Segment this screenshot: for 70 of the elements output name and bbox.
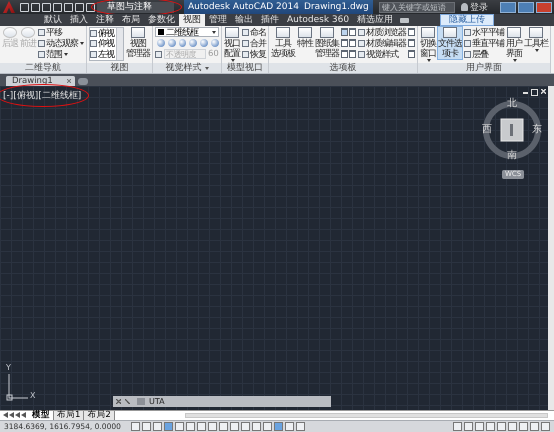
ribbon-tab[interactable]: 参数化 bbox=[144, 14, 179, 26]
viewport-label[interactable]: [-][俯视][二维线框] bbox=[3, 91, 82, 101]
ribbon-button[interactable]: 命名 bbox=[242, 27, 266, 38]
panel-title[interactable]: 视图 bbox=[87, 63, 152, 73]
ribbon-button[interactable]: 视觉样式 bbox=[358, 49, 406, 60]
compass-label[interactable]: 东 bbox=[532, 125, 542, 135]
ribbon-tab[interactable]: 默认 bbox=[40, 14, 66, 26]
ribbon-button[interactable]: 平移 bbox=[38, 27, 84, 38]
opacity-field[interactable]: 不透明度 bbox=[164, 49, 206, 59]
ribbon-tab[interactable]: 布局 bbox=[118, 14, 144, 26]
list-item[interactable]: 左视 bbox=[90, 49, 116, 60]
panel-title[interactable]: 二维导航 bbox=[0, 63, 86, 73]
ribbon-tab[interactable]: Autodesk 360 bbox=[283, 14, 354, 26]
view-list[interactable]: 俯视 仰视 左视 bbox=[89, 27, 124, 60]
ribbon-button[interactable]: 材质编辑器 bbox=[358, 38, 406, 49]
ribbon-button[interactable]: 图纸集 管理器 bbox=[315, 27, 339, 59]
scrollbar[interactable] bbox=[548, 86, 554, 410]
ribbon-tab[interactable]: 插入 bbox=[66, 14, 92, 26]
view-cube[interactable] bbox=[500, 118, 524, 142]
list-item[interactable]: 仰视 bbox=[90, 38, 116, 49]
visual-style-dropdown[interactable]: 二维线框 bbox=[155, 27, 219, 37]
ribbon-button[interactable]: 材质浏览器 bbox=[358, 27, 406, 38]
document-tab[interactable]: Drawing1 bbox=[6, 76, 75, 86]
ribbon-button[interactable]: 恢复 bbox=[242, 49, 266, 60]
compass-label[interactable]: 南 bbox=[507, 151, 517, 161]
new-tab-button[interactable] bbox=[78, 78, 88, 85]
list-item[interactable]: 俯视 bbox=[90, 28, 116, 38]
file-name: Drawing1.dwg bbox=[304, 2, 369, 12]
compass-label[interactable]: 西 bbox=[482, 125, 492, 135]
ribbon-button[interactable]: 动态观察 bbox=[38, 38, 84, 49]
ribbon-button[interactable]: 视图 管理器 bbox=[126, 27, 150, 59]
wrench-icon[interactable] bbox=[125, 399, 130, 404]
panel-title[interactable]: 模型视口 bbox=[222, 63, 268, 73]
opacity-value: 60 bbox=[208, 49, 219, 59]
compass-label[interactable]: 北 bbox=[507, 99, 517, 109]
command-input[interactable]: UTA bbox=[149, 397, 165, 406]
upload-tooltip[interactable]: 隐藏上传 bbox=[440, 14, 494, 26]
ucs-axes-icon bbox=[6, 372, 30, 402]
layout-tab[interactable]: 布局2 bbox=[84, 411, 115, 420]
app-logo-icon[interactable] bbox=[3, 1, 15, 13]
workspace-dropdown[interactable]: 草图与注释 bbox=[97, 2, 174, 13]
panel-title[interactable]: 选项板 bbox=[269, 63, 417, 73]
ribbon-tab[interactable]: 输出 bbox=[231, 14, 257, 26]
window-title: Autodesk AutoCAD 2014 bbox=[188, 2, 299, 12]
ribbon-button[interactable]: 工具 选项板 bbox=[271, 27, 295, 59]
user-icon[interactable] bbox=[460, 3, 468, 11]
panel-title[interactable]: 用户界面 bbox=[418, 63, 550, 73]
layout-tab[interactable]: 布局1 bbox=[54, 411, 84, 420]
ribbon-button[interactable]: 工具栏 bbox=[524, 27, 548, 52]
ribbon-button[interactable]: 特性 bbox=[297, 27, 313, 49]
ribbon-button[interactable]: 合并 bbox=[242, 38, 266, 49]
sign-in-link[interactable]: 登录 bbox=[470, 0, 488, 14]
axis-label: Y bbox=[6, 364, 11, 372]
axis-label: X bbox=[30, 392, 36, 400]
restore-icon[interactable] bbox=[531, 89, 538, 96]
search-field[interactable]: 键入关键字或短语 bbox=[378, 2, 455, 12]
ribbon-tab[interactable]: 插件 bbox=[257, 14, 283, 26]
ribbon-tab[interactable]: 精选应用 bbox=[353, 14, 398, 26]
scrollbar[interactable] bbox=[184, 413, 548, 418]
ribbon-button[interactable]: 垂直平铺 bbox=[464, 38, 504, 49]
panel-title[interactable]: 视觉样式 bbox=[153, 63, 221, 73]
ribbon-tab[interactable]: 管理 bbox=[205, 14, 231, 26]
ribbon-tab[interactable]: 视图 bbox=[179, 14, 205, 26]
ribbon-button[interactable]: 水平平铺 bbox=[464, 27, 504, 38]
ribbon-button[interactable]: 层叠 bbox=[464, 49, 504, 60]
panel-toggle-icon[interactable] bbox=[400, 18, 410, 22]
ribbon-tab[interactable]: 注释 bbox=[92, 14, 118, 26]
ribbon-button[interactable]: 视口 配置 bbox=[224, 27, 240, 62]
layout-tab[interactable]: 模型 bbox=[29, 411, 54, 420]
ribbon-button[interactable]: 范围 bbox=[38, 49, 84, 60]
